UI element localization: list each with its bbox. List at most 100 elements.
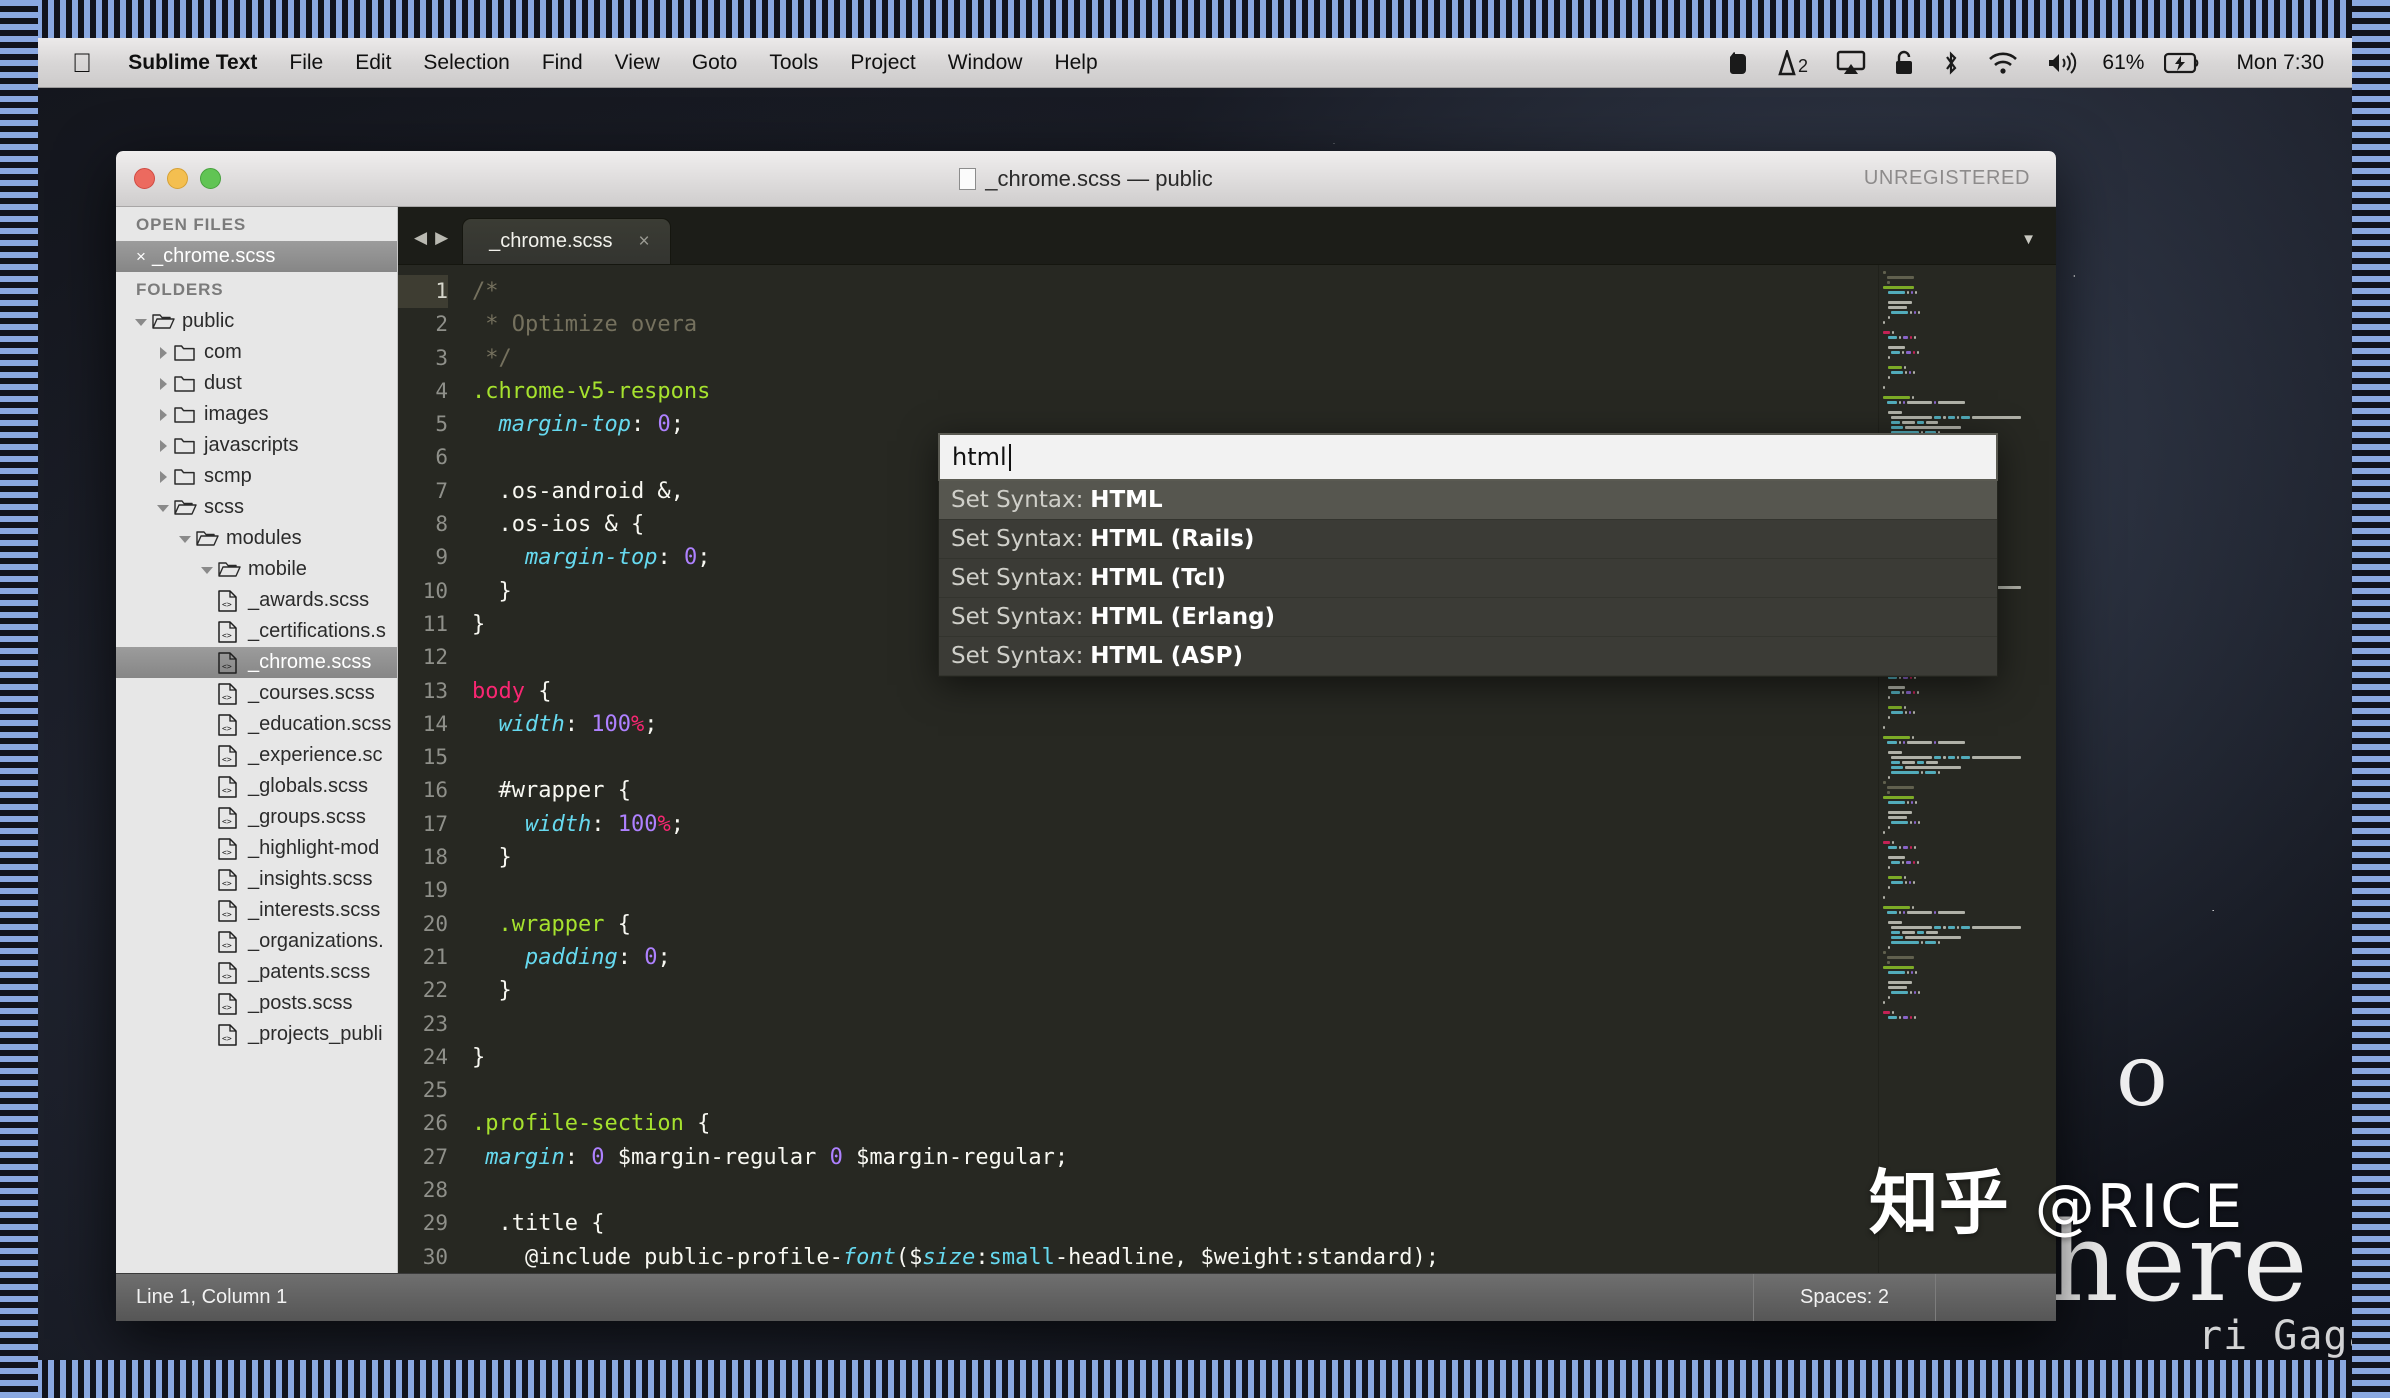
line-number: 5 — [435, 412, 448, 437]
folder-item-com[interactable]: com — [116, 337, 397, 368]
minimap-line — [1883, 756, 2052, 759]
syntax-setting[interactable] — [1935, 1274, 2056, 1321]
code-view: 1 2 3 4 5 6 7 8 9 10 11 12 13 14 15 16 17 18 19 20 21 22 23 24 2… — [398, 265, 2056, 1273]
command-palette-result[interactable]: Set Syntax: HTML (Tcl) — [939, 559, 1997, 598]
folder-item-scss[interactable]: scss — [116, 492, 397, 523]
command-palette-result[interactable]: Set Syntax: HTML (ASP) — [939, 637, 1997, 676]
chevron-down-icon[interactable] — [130, 315, 152, 329]
editor-tab[interactable]: _chrome.scss × — [462, 218, 671, 264]
folder-item-public[interactable]: public — [116, 306, 397, 337]
menu-item-tools[interactable]: Tools — [753, 38, 834, 88]
battery-charging-icon[interactable] — [2150, 52, 2214, 74]
code-token: 0 — [657, 412, 671, 438]
folder-item-scmp[interactable]: scmp — [116, 461, 397, 492]
close-icon[interactable]: × — [639, 231, 650, 253]
menu-item-sublime-text[interactable]: Sublime Text — [112, 38, 273, 88]
evernote-icon[interactable] — [1712, 50, 1764, 76]
file-item-interests-scss[interactable]: <> _interests.scss — [116, 895, 397, 926]
file-item-awards-scss[interactable]: <> _awards.scss — [116, 585, 397, 616]
file-icon: <> — [218, 713, 248, 736]
file-item-courses-scss[interactable]: <> _courses.scss — [116, 678, 397, 709]
menu-item-file[interactable]: File — [273, 38, 339, 88]
arrow-right-icon[interactable]: ▶ — [435, 228, 448, 248]
minimize-button[interactable] — [167, 168, 188, 189]
menu-item-window[interactable]: Window — [932, 38, 1039, 88]
chevron-down-icon[interactable] — [152, 501, 174, 515]
chevron-down-icon[interactable] — [174, 532, 196, 546]
menu-item-view[interactable]: View — [599, 38, 676, 88]
close-button[interactable] — [134, 168, 155, 189]
window-title-text: _chrome.scss — public — [985, 165, 1213, 191]
cursor-position[interactable]: Line 1, Column 1 — [116, 1286, 287, 1309]
wifi-icon[interactable] — [1974, 51, 2032, 75]
close-icon[interactable]: × — [130, 247, 152, 267]
menu-item-goto[interactable]: Goto — [676, 38, 754, 88]
file-item-projects-publi[interactable]: <> _projects_publi — [116, 1019, 397, 1050]
open-file-item[interactable]: × _chrome.scss — [116, 241, 397, 272]
command-palette[interactable]: html Set Syntax: HTML Set Syntax: HTML (R… — [938, 433, 1998, 677]
open-file-name: _chrome.scss — [152, 245, 276, 267]
folder-icon — [174, 436, 204, 455]
file-item-education-scss[interactable]: <> _education.scss — [116, 709, 397, 740]
file-item-experience-sc[interactable]: <> _experience.sc — [116, 740, 397, 771]
file-icon: <> — [218, 651, 248, 674]
file-item-certifications-s[interactable]: <> _certifications.s — [116, 616, 397, 647]
folder-item-javascripts[interactable]: javascripts — [116, 430, 397, 461]
chevron-down-icon[interactable]: ▼ — [2021, 231, 2056, 264]
lock-open-icon[interactable] — [1880, 50, 1928, 76]
sidebar[interactable]: OPEN FILES × _chrome.scss FOLDERS public c… — [116, 207, 398, 1273]
file-item-globals-scss[interactable]: <> _globals.scss — [116, 771, 397, 802]
volume-icon[interactable] — [2032, 51, 2092, 75]
window-title-bar[interactable]: _chrome.scss — public UNREGISTERED — [116, 151, 2056, 207]
battery-percentage[interactable]: 61% — [2092, 51, 2150, 75]
command-palette-input[interactable]: html — [938, 433, 1998, 481]
file-item-organizations[interactable]: <> _organizations. — [116, 926, 397, 957]
indentation-setting[interactable]: Spaces: 2 — [1753, 1274, 1935, 1321]
chevron-right-icon[interactable] — [152, 470, 174, 484]
code-token: .chrome-v5-respons — [472, 378, 711, 404]
minimap-line — [1883, 716, 2052, 719]
chevron-down-icon[interactable] — [196, 563, 218, 577]
menu-item-find[interactable]: Find — [526, 38, 599, 88]
folder-item-mobile[interactable]: mobile — [116, 554, 397, 585]
code-content[interactable]: /* * Optimize overa */ .chrome-v5-respons… — [462, 265, 1878, 1273]
folder-item-dust[interactable]: dust — [116, 368, 397, 399]
chevron-right-icon[interactable] — [152, 346, 174, 360]
file-item-patents-scss[interactable]: <> _patents.scss — [116, 957, 397, 988]
menu-bar-clock[interactable]: Mon 7:30 — [2214, 51, 2330, 75]
minimap-line — [1883, 341, 2052, 344]
command-palette-result[interactable]: Set Syntax: HTML (Erlang) — [939, 598, 1997, 637]
airplay-icon[interactable] — [1822, 50, 1880, 76]
menu-item-edit[interactable]: Edit — [339, 38, 407, 88]
zoom-button[interactable] — [200, 168, 221, 189]
minimap-line — [1883, 356, 2052, 359]
arrow-left-icon[interactable]: ◀ — [414, 228, 427, 248]
adobe-icon[interactable]: 2 — [1764, 49, 1822, 76]
file-label: _interests.scss — [248, 899, 381, 921]
file-item-posts-scss[interactable]: <> _posts.scss — [116, 988, 397, 1019]
menu-item-project[interactable]: Project — [834, 38, 931, 88]
file-item-groups-scss[interactable]: <> _groups.scss — [116, 802, 397, 833]
file-item-highlight-mod[interactable]: <> _highlight-mod — [116, 833, 397, 864]
command-palette-result[interactable]: Set Syntax: HTML — [939, 481, 1997, 520]
menu-item-help[interactable]: Help — [1038, 38, 1113, 88]
bluetooth-icon[interactable] — [1928, 49, 1974, 77]
chevron-right-icon[interactable] — [152, 439, 174, 453]
command-palette-result[interactable]: Set Syntax: HTML (Rails) — [939, 520, 1997, 559]
folder-icon — [174, 343, 204, 362]
chevron-right-icon[interactable] — [152, 377, 174, 391]
license-badge[interactable]: UNREGISTERED — [1864, 167, 2056, 190]
file-item-insights-scss[interactable]: <> _insights.scss — [116, 864, 397, 895]
apple-logo-icon[interactable]:  — [58, 38, 112, 88]
menu-item-selection[interactable]: Selection — [407, 38, 525, 88]
tab-nav-arrows[interactable]: ◀ ▶ — [398, 228, 462, 264]
tab-bar: ◀ ▶ _chrome.scss × ▼ — [398, 207, 2056, 265]
line-number: 23 — [422, 1011, 448, 1036]
folder-item-images[interactable]: images — [116, 399, 397, 430]
result-prefix: Set Syntax: — [951, 487, 1084, 513]
file-item-chrome-scss[interactable]: <> _chrome.scss — [116, 647, 397, 678]
folder-item-modules[interactable]: modules — [116, 523, 397, 554]
chevron-right-icon[interactable] — [152, 408, 174, 422]
minimap[interactable] — [1878, 265, 2056, 1273]
